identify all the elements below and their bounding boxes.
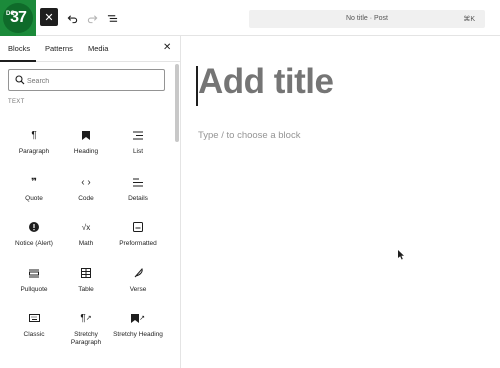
- block-table[interactable]: Table: [60, 266, 112, 294]
- tab-media[interactable]: Media: [88, 44, 108, 53]
- block-label: Table: [78, 286, 94, 293]
- block-heading[interactable]: Heading: [60, 128, 112, 156]
- undo-icon: [67, 14, 77, 23]
- redo-icon: [87, 14, 97, 23]
- inserter-tabs: Blocks Patterns Media ✕: [0, 36, 181, 62]
- stretchy-heading-icon: ↗: [112, 311, 164, 325]
- block-list[interactable]: List: [112, 128, 164, 156]
- block-label: Code: [78, 195, 94, 202]
- block-verse[interactable]: Verse: [112, 266, 164, 294]
- tab-blocks[interactable]: Blocks: [8, 44, 30, 53]
- code-icon: ‹ ›: [81, 176, 91, 188]
- block-label: Classic: [23, 331, 45, 338]
- block-inserter-panel: Blocks Patterns Media ✕ TEXT ¶ Paragraph…: [0, 36, 181, 368]
- block-label: Pullquote: [20, 286, 48, 293]
- undo-button[interactable]: [62, 8, 82, 28]
- block-label: Math: [78, 240, 94, 247]
- block-paragraph[interactable]: ¶ Paragraph: [8, 128, 60, 156]
- quote-icon: ❞: [31, 176, 37, 188]
- block-code[interactable]: ‹ › Code: [60, 175, 112, 203]
- search-icon: [15, 75, 25, 85]
- block-pullquote[interactable]: Pullquote: [8, 266, 60, 294]
- search-input[interactable]: [27, 75, 157, 87]
- category-heading: TEXT: [8, 99, 25, 105]
- block-preformatted[interactable]: Preformatted: [112, 220, 164, 248]
- site-logo[interactable]: DC 37: [0, 0, 36, 36]
- block-label: Notice (Alert): [15, 240, 53, 247]
- paragraph-icon: ¶: [31, 129, 37, 141]
- heading-icon: [60, 128, 112, 142]
- block-label: Details: [128, 195, 148, 202]
- block-label: Stretchy Heading: [113, 331, 163, 338]
- active-tab-indicator: [0, 60, 36, 62]
- logo-badge: DC 37: [3, 3, 33, 33]
- editor-toolbar: DC 37 ✕ No title · Post ⌘K: [0, 0, 500, 36]
- stretchy-paragraph-icon: ¶ ↗: [80, 312, 92, 324]
- block-label: Quote: [25, 195, 43, 202]
- logo-prefix: DC: [6, 11, 15, 17]
- math-icon: √x: [81, 222, 91, 232]
- close-panel-icon[interactable]: ✕: [163, 42, 171, 53]
- block-stretchy-paragraph[interactable]: ¶ ↗ Stretchy Paragraph: [60, 311, 112, 347]
- table-icon: [60, 266, 112, 280]
- block-notice-alert[interactable]: Notice (Alert): [8, 220, 60, 248]
- post-title-field[interactable]: Add title: [198, 62, 334, 102]
- redo-button[interactable]: [82, 8, 102, 28]
- block-math[interactable]: √x Math: [60, 220, 112, 248]
- close-inserter-button[interactable]: ✕: [40, 8, 58, 26]
- close-icon: ✕: [44, 11, 54, 24]
- document-overview-button[interactable]: [102, 8, 122, 28]
- block-label: List: [132, 148, 144, 155]
- block-classic[interactable]: Classic: [8, 311, 60, 339]
- block-quote[interactable]: ❞ Quote: [8, 175, 60, 203]
- command-palette-bar[interactable]: No title · Post ⌘K: [249, 10, 485, 28]
- list-icon: [112, 128, 164, 142]
- details-icon: [112, 175, 164, 189]
- shortcut-hint: ⌘K: [463, 16, 475, 23]
- block-label: Heading: [73, 148, 99, 155]
- tab-patterns[interactable]: Patterns: [45, 44, 73, 53]
- block-label: Stretchy Paragraph: [70, 331, 102, 346]
- block-appender-prompt[interactable]: Type / to choose a block: [198, 130, 300, 141]
- document-title: No title · Post: [345, 15, 388, 22]
- block-details[interactable]: Details: [112, 175, 164, 203]
- document-overview-icon: [107, 14, 117, 22]
- block-label: Paragraph: [18, 148, 50, 155]
- mouse-cursor-icon: [398, 250, 404, 260]
- pullquote-icon: [8, 266, 60, 280]
- block-label: Preformatted: [119, 240, 157, 247]
- scrollbar-thumb[interactable]: [175, 64, 179, 142]
- block-stretchy-heading[interactable]: ↗ Stretchy Heading: [112, 311, 164, 339]
- block-label: Verse: [129, 286, 147, 293]
- alert-icon: [8, 220, 60, 234]
- feather-icon: [112, 266, 164, 280]
- preformatted-icon: [112, 220, 164, 234]
- keyboard-icon: [8, 311, 60, 325]
- block-search[interactable]: [8, 69, 165, 91]
